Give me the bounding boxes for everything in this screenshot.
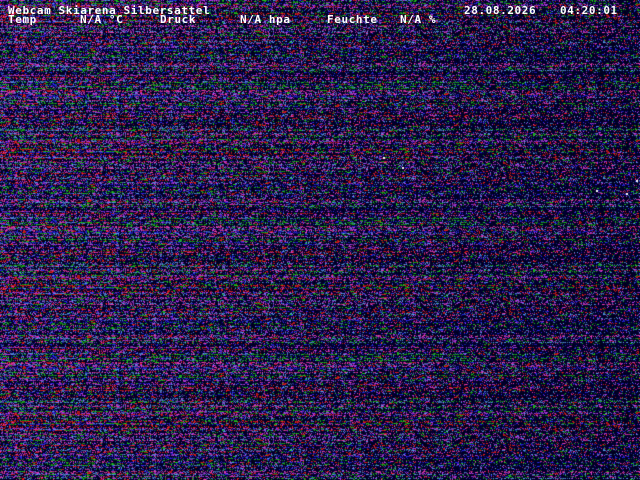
osd-weather-row: Temp N/A °C Druck N/A hpa Feuchte N/A % — [0, 13, 640, 26]
humidity-value: N/A % — [400, 13, 437, 26]
temp-label: Temp — [8, 13, 37, 26]
pressure-label: Druck — [160, 13, 197, 26]
pressure-value: N/A hpa — [240, 13, 291, 26]
noisy-camera-image — [0, 0, 640, 480]
webcam-frame: Webcam Skiarena Silbersattel 28.08.2026 … — [0, 0, 640, 480]
temp-value: N/A °C — [80, 13, 124, 26]
humidity-label: Feuchte — [327, 13, 378, 26]
